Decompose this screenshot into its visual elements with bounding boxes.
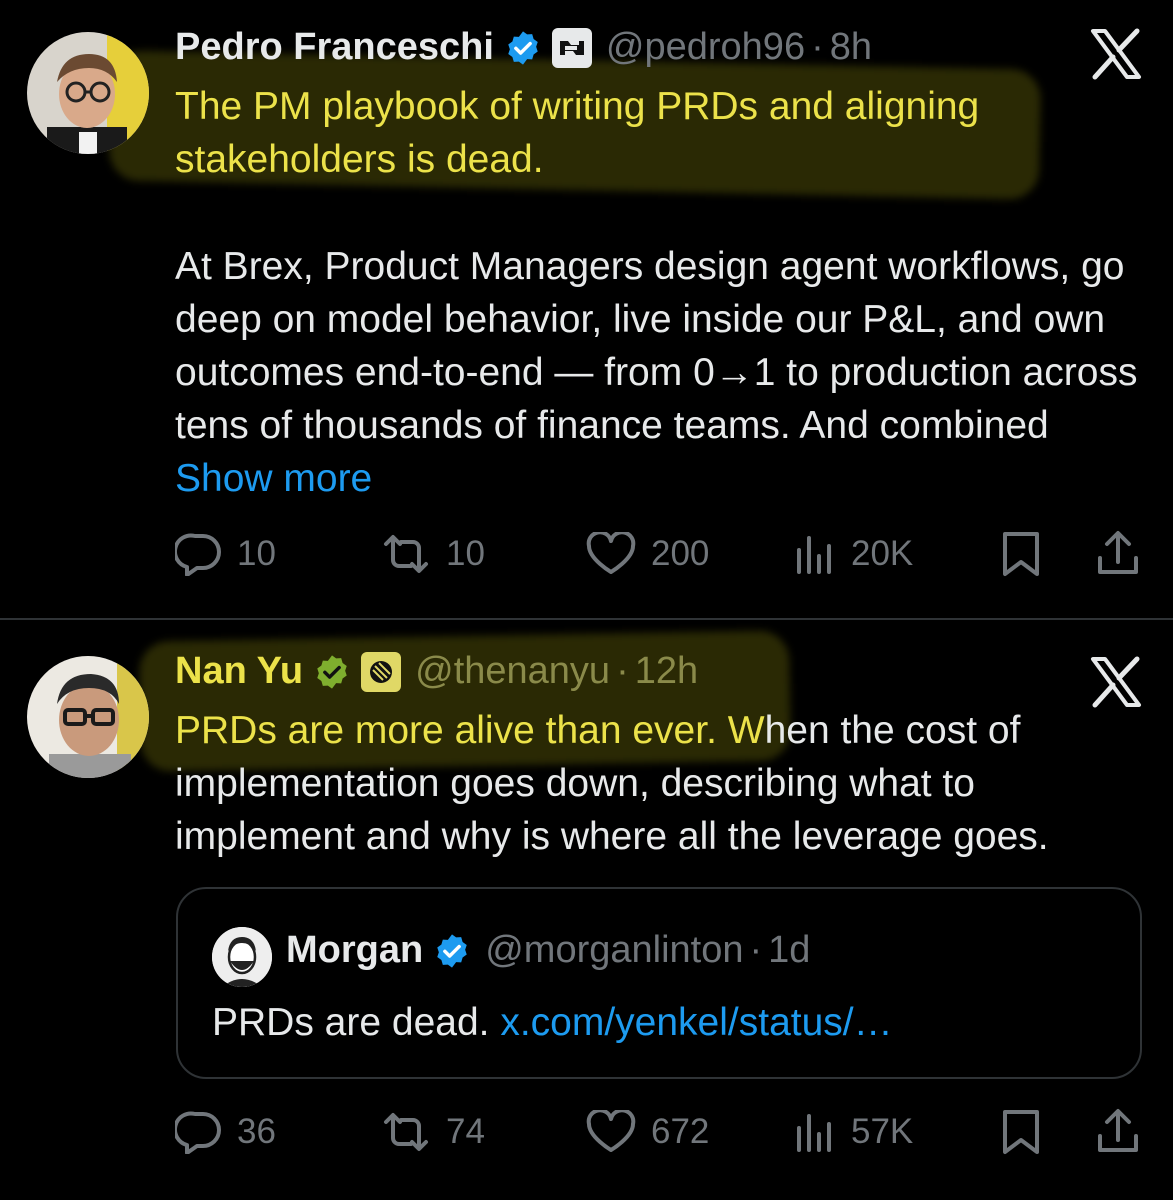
author-name[interactable]: Pedro Franceschi [175, 26, 494, 69]
views-icon [797, 1114, 831, 1152]
quote-timestamp[interactable]: 1d [768, 929, 810, 972]
views-button[interactable]: 20K [793, 524, 913, 584]
avatar[interactable] [27, 32, 149, 154]
author-name[interactable]: Nan Yu [175, 650, 303, 693]
reply-count: 10 [237, 534, 276, 573]
repost-button[interactable]: 10 [380, 524, 485, 584]
verified-blue-icon [504, 29, 542, 67]
repost-count: 10 [446, 534, 485, 573]
tweet-nan[interactable]: Nan Yu @thenanyu · 12h PRDs are more ali… [0, 620, 1173, 1200]
separator: · [811, 26, 824, 68]
views-button[interactable]: 57K [793, 1102, 913, 1162]
like-button[interactable]: 672 [585, 1102, 709, 1162]
bookmark-button[interactable] [999, 524, 1043, 584]
bookmark-icon [1003, 532, 1039, 576]
separator: · [749, 929, 763, 971]
tweet-header: Pedro Franceschi @pedroh96 · 8h [175, 26, 872, 69]
share-icon [1098, 1109, 1138, 1152]
brex-logo-icon[interactable] [551, 27, 592, 68]
heart-icon [586, 1110, 636, 1152]
bookmark-icon [1003, 1110, 1039, 1154]
share-icon [1098, 531, 1138, 574]
quote-avatar[interactable] [212, 927, 272, 987]
reply-icon [175, 1111, 221, 1154]
heart-icon [586, 532, 636, 574]
highlighted-text: PRDs are more alive than ever. W [175, 709, 765, 752]
like-count: 200 [651, 534, 710, 573]
x-logo-icon[interactable] [1089, 656, 1143, 708]
action-bar: 36 74 672 57K [175, 1102, 1143, 1162]
views-count: 20K [851, 534, 914, 573]
author-handle[interactable]: @thenanyu [415, 650, 610, 693]
timestamp[interactable]: 8h [830, 26, 872, 69]
verified-gold-icon [313, 653, 351, 691]
quote-header: Morgan @morganlinton · 1d [286, 929, 810, 972]
quote-author-name[interactable]: Morgan [286, 929, 423, 972]
reply-button[interactable]: 36 [175, 1102, 276, 1162]
linear-logo-icon[interactable] [361, 651, 402, 692]
reply-icon [175, 533, 221, 576]
repost-button[interactable]: 74 [380, 1102, 485, 1162]
views-count: 57K [851, 1112, 914, 1151]
repost-icon [384, 535, 428, 573]
quote-link[interactable]: x.com/yenkel/status/… [500, 1001, 892, 1044]
tweet-pedro[interactable]: Pedro Franceschi @pedroh96 · 8h The PM p… [0, 0, 1173, 618]
bookmark-button[interactable] [999, 1102, 1043, 1162]
action-bar: 10 10 200 20K [175, 524, 1143, 584]
show-more-link[interactable]: Show more [175, 457, 372, 500]
like-count: 672 [651, 1112, 710, 1151]
tweet-text: At Brex, Product Managers design agent w… [175, 240, 1145, 505]
avatar[interactable] [27, 656, 149, 778]
timestamp[interactable]: 12h [635, 650, 698, 693]
verified-blue-icon [433, 932, 471, 970]
tweet-text: PRDs are more alive than ever. When the … [175, 704, 1145, 863]
tweet-header: Nan Yu @thenanyu · 12h [175, 650, 698, 693]
like-button[interactable]: 200 [585, 524, 709, 584]
repost-icon [384, 1113, 428, 1151]
reply-button[interactable]: 10 [175, 524, 276, 584]
tweet-text-highlighted: The PM playbook of writing PRDs and alig… [175, 80, 1075, 186]
quote-author-handle[interactable]: @morganlinton [485, 929, 743, 972]
quote-body: PRDs are dead. [212, 1001, 501, 1044]
highlighted-text: The PM playbook of writing PRDs and alig… [175, 85, 980, 181]
x-logo-icon[interactable] [1089, 28, 1143, 80]
views-icon [797, 536, 831, 574]
repost-count: 74 [446, 1112, 485, 1151]
quoted-tweet[interactable]: Morgan @morganlinton · 1d PRDs are dead.… [176, 887, 1142, 1079]
author-handle[interactable]: @pedroh96 [606, 26, 805, 69]
share-button[interactable] [1095, 524, 1141, 584]
quote-text: PRDs are dead. x.com/yenkel/status/… [212, 1001, 893, 1045]
tweet-paragraph: At Brex, Product Managers design agent w… [175, 245, 1138, 447]
share-button[interactable] [1095, 1102, 1141, 1162]
separator: · [616, 650, 629, 692]
reply-count: 36 [237, 1112, 276, 1151]
